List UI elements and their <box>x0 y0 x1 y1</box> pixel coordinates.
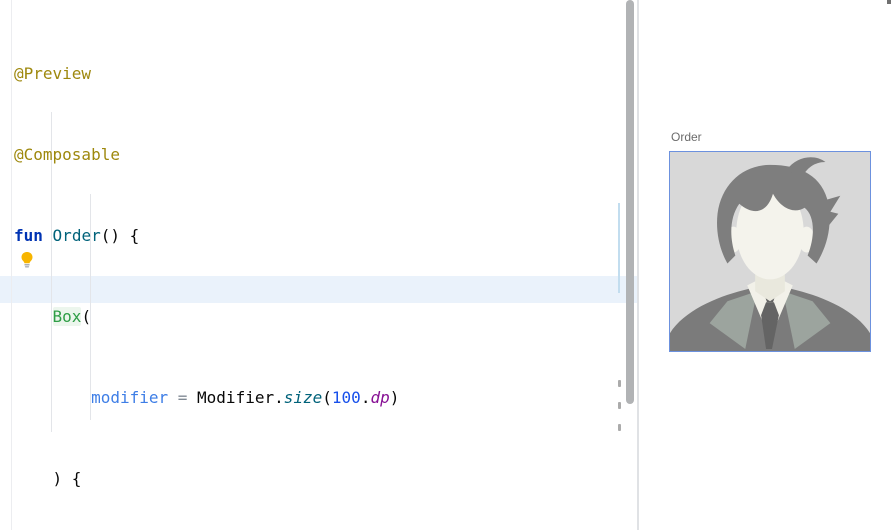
code-token: ( <box>322 388 332 407</box>
code-line: @Preview <box>14 60 611 87</box>
gutter-separator <box>11 0 12 530</box>
code-line: ) { <box>14 465 611 492</box>
code-token: size <box>284 388 323 407</box>
code-line: @Composable <box>14 141 611 168</box>
code-line: fun Order() { <box>14 222 611 249</box>
code-token <box>14 307 53 326</box>
scrollbar-line-marker <box>618 380 621 387</box>
code-token: Order <box>53 226 101 245</box>
editor-vertical-scrollbar[interactable] <box>626 0 634 404</box>
code-token: ( <box>81 307 91 326</box>
ide-split-view: @Preview @Composable fun Order() { Box( … <box>0 0 894 530</box>
code-token: ) <box>390 388 400 407</box>
code-token: @Composable <box>14 145 120 164</box>
code-token: Modifier. <box>197 388 284 407</box>
avatar-image <box>670 152 870 351</box>
code-token: = <box>168 388 197 407</box>
code-token <box>43 226 53 245</box>
preview-title: Order <box>671 130 702 144</box>
intention-lightbulb-icon[interactable] <box>20 251 34 269</box>
code-token: modifier <box>91 388 168 407</box>
code-line: Box( <box>14 303 611 330</box>
code-area: @Preview @Composable fun Order() { Box( … <box>14 6 611 530</box>
preview-canvas[interactable] <box>669 151 871 352</box>
code-token: ) { <box>14 469 81 488</box>
code-token: fun <box>14 226 43 245</box>
code-token: () { <box>101 226 140 245</box>
scrollbar-range-marker <box>618 203 620 293</box>
code-token: 100 <box>332 388 361 407</box>
code-token: dp <box>370 388 389 407</box>
code-token <box>14 388 91 407</box>
code-token: @Preview <box>14 64 91 83</box>
scrollbar-line-marker <box>618 424 621 431</box>
scrollbar-line-marker <box>618 402 621 409</box>
code-token: . <box>361 388 371 407</box>
preview-scrollbar-remnant <box>887 0 891 4</box>
code-line: modifier = Modifier.size(100.dp) <box>14 384 611 411</box>
compose-preview-pane[interactable]: Order <box>639 0 894 530</box>
code-token: Box <box>53 307 82 326</box>
code-editor[interactable]: @Preview @Composable fun Order() { Box( … <box>0 0 637 530</box>
